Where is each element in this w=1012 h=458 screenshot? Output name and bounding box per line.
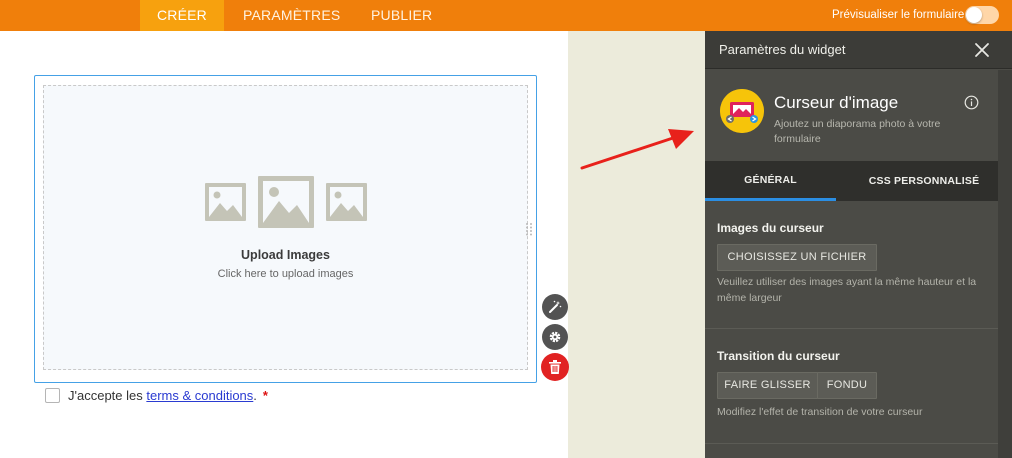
panel-tabs: GÉNÉRAL CSS PERSONNALISÉ bbox=[705, 161, 1012, 201]
required-asterisk: * bbox=[262, 387, 268, 403]
slider-transition-section: Transition du curseur FAIRE GLISSER FOND… bbox=[705, 329, 1004, 444]
choose-file-button[interactable]: CHOISISSEZ UN FICHIER bbox=[717, 244, 877, 271]
tab-custom-css[interactable]: CSS PERSONNALISÉ bbox=[836, 161, 1012, 201]
upload-subtitle: Click here to upload images bbox=[217, 268, 354, 280]
top-navigation-bar: CRÉER PARAMÈTRES PUBLIER Prévisualiser l… bbox=[0, 0, 1012, 31]
slider-transition-note: Modifiez l'effet de transition de votre … bbox=[717, 406, 923, 418]
images-placeholder-icon bbox=[205, 176, 367, 228]
red-arrow-annotation bbox=[580, 129, 694, 170]
terms-prefix: J'accepte les bbox=[68, 387, 147, 403]
panel-header: Paramètres du widget bbox=[705, 31, 1012, 69]
settings-button[interactable] bbox=[542, 324, 568, 350]
panel-scrollbar[interactable] bbox=[998, 70, 1012, 458]
tab-parametres[interactable]: PARAMÈTRES bbox=[243, 0, 340, 31]
widget-name: Curseur d'image bbox=[774, 93, 899, 112]
upload-title: Upload Images bbox=[241, 248, 330, 262]
slider-images-title: Images du curseur bbox=[717, 221, 824, 235]
tab-creer[interactable]: CRÉER bbox=[140, 0, 224, 31]
magic-wand-icon bbox=[549, 300, 562, 313]
tab-general[interactable]: GÉNÉRAL bbox=[705, 161, 836, 201]
transition-slide-button[interactable]: FAIRE GLISSER bbox=[717, 372, 818, 399]
magic-wand-button[interactable] bbox=[542, 294, 568, 320]
close-icon[interactable] bbox=[972, 40, 992, 60]
preview-form-label: Prévisualiser le formulaire bbox=[832, 9, 965, 21]
form-canvas: Upload Images Click here to upload image… bbox=[0, 31, 569, 458]
widget-settings-panel: Paramètres du widget Curseur d'image Ajo… bbox=[705, 31, 1012, 458]
info-icon[interactable] bbox=[964, 95, 979, 110]
terms-suffix: . bbox=[253, 387, 257, 403]
widget-description: Ajoutez un diaporama photo à votre formu… bbox=[774, 118, 941, 145]
trash-icon bbox=[549, 360, 561, 374]
preview-form-toggle[interactable] bbox=[965, 6, 999, 24]
transition-fade-button[interactable]: FONDU bbox=[817, 372, 877, 399]
tab-publier[interactable]: PUBLIER bbox=[371, 0, 432, 31]
widget-info: Curseur d'image Ajoutez un diaporama pho… bbox=[705, 70, 1012, 161]
terms-checkbox[interactable] bbox=[45, 387, 60, 403]
terms-link[interactable]: terms & conditions bbox=[146, 388, 253, 403]
gear-icon bbox=[549, 331, 561, 343]
slider-images-note: Veuillez utiliser des images ayant la mê… bbox=[717, 276, 977, 304]
delete-button[interactable] bbox=[541, 353, 569, 381]
toggle-knob bbox=[966, 7, 982, 23]
panel-title: Paramètres du widget bbox=[719, 42, 846, 57]
image-slider-logo-icon bbox=[720, 89, 764, 133]
image-slider-widget[interactable]: Upload Images Click here to upload image… bbox=[34, 75, 537, 383]
terms-checkbox-row: J'accepte les terms & conditions . * bbox=[45, 386, 268, 404]
resize-handle-icon[interactable] bbox=[525, 222, 533, 236]
slider-images-section: Images du curseur CHOISISSEZ UN FICHIER … bbox=[705, 201, 1004, 329]
upload-images-dropzone[interactable]: Upload Images Click here to upload image… bbox=[43, 85, 528, 370]
slider-transition-title: Transition du curseur bbox=[717, 349, 840, 363]
